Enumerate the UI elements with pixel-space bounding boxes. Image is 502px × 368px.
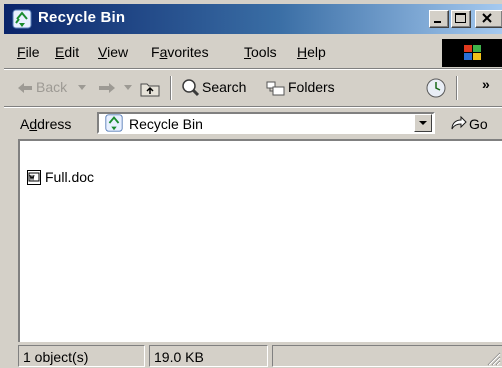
toolbar-separator <box>170 76 172 100</box>
recycle-bin-icon <box>12 9 32 29</box>
address-label: Address <box>20 116 72 132</box>
dropdown-arrow-icon <box>419 121 427 125</box>
minimize-button[interactable] <box>429 10 449 28</box>
explorer-window: Recycle Bin File Edit View Favorites Too… <box>0 0 502 367</box>
window-title: Recycle Bin <box>38 9 126 26</box>
menu-edit[interactable]: Edit <box>55 44 79 60</box>
standard-toolbar: Back Search Folders » <box>4 70 502 106</box>
close-icon <box>482 13 492 23</box>
go-label: Go <box>469 116 488 132</box>
menu-file[interactable]: File <box>17 44 40 60</box>
file-list-pane[interactable]: Full.doc <box>18 139 502 342</box>
forward-arrow-icon[interactable] <box>98 81 116 95</box>
status-zone <box>272 345 502 367</box>
history-icon[interactable] <box>425 77 447 99</box>
folders-label: Folders <box>288 79 335 95</box>
toolbar-separator-2 <box>456 76 458 100</box>
windows-logo-icon <box>464 45 481 60</box>
status-size: 19.0 KB <box>149 345 268 367</box>
close-button[interactable] <box>475 10 502 28</box>
search-icon <box>182 79 200 97</box>
document-icon <box>27 170 41 185</box>
file-name: Full.doc <box>45 169 95 185</box>
address-bar: Address Recycle Bin Go <box>4 108 502 138</box>
address-value: Recycle Bin <box>129 116 203 132</box>
status-object-count: 1 object(s) <box>18 345 145 367</box>
status-bar: 1 object(s) 19.0 KB <box>18 342 502 368</box>
folders-icon <box>266 81 285 96</box>
folders-button[interactable]: Folders <box>266 77 344 99</box>
address-dropdown-button[interactable] <box>414 114 432 132</box>
search-button[interactable]: Search <box>180 77 258 99</box>
recycle-bin-icon <box>105 114 123 132</box>
menu-favorites[interactable]: Favorites <box>151 44 209 60</box>
minimize-icon <box>434 21 441 23</box>
go-button[interactable]: Go <box>449 114 502 136</box>
go-arrow-icon <box>451 115 467 130</box>
menu-tools[interactable]: Tools <box>244 44 277 60</box>
menu-view[interactable]: View <box>98 44 128 60</box>
menu-bar: File Edit View Favorites Tools Help <box>4 37 502 67</box>
back-label: Back <box>36 79 68 95</box>
toolbar-overflow-chevron[interactable]: » <box>482 76 490 92</box>
title-bar[interactable]: Recycle Bin <box>4 4 502 34</box>
back-dropdown-icon[interactable] <box>78 85 86 91</box>
search-label: Search <box>202 79 247 95</box>
maximize-button[interactable] <box>451 10 471 28</box>
up-folder-icon[interactable] <box>140 79 160 97</box>
maximize-icon <box>455 13 466 23</box>
back-arrow-icon <box>18 83 32 93</box>
resize-grip-icon[interactable] <box>487 352 501 366</box>
forward-dropdown-icon[interactable] <box>124 85 132 91</box>
menu-help[interactable]: Help <box>297 44 326 60</box>
address-input[interactable]: Recycle Bin <box>97 112 435 134</box>
windows-logo <box>442 39 502 67</box>
